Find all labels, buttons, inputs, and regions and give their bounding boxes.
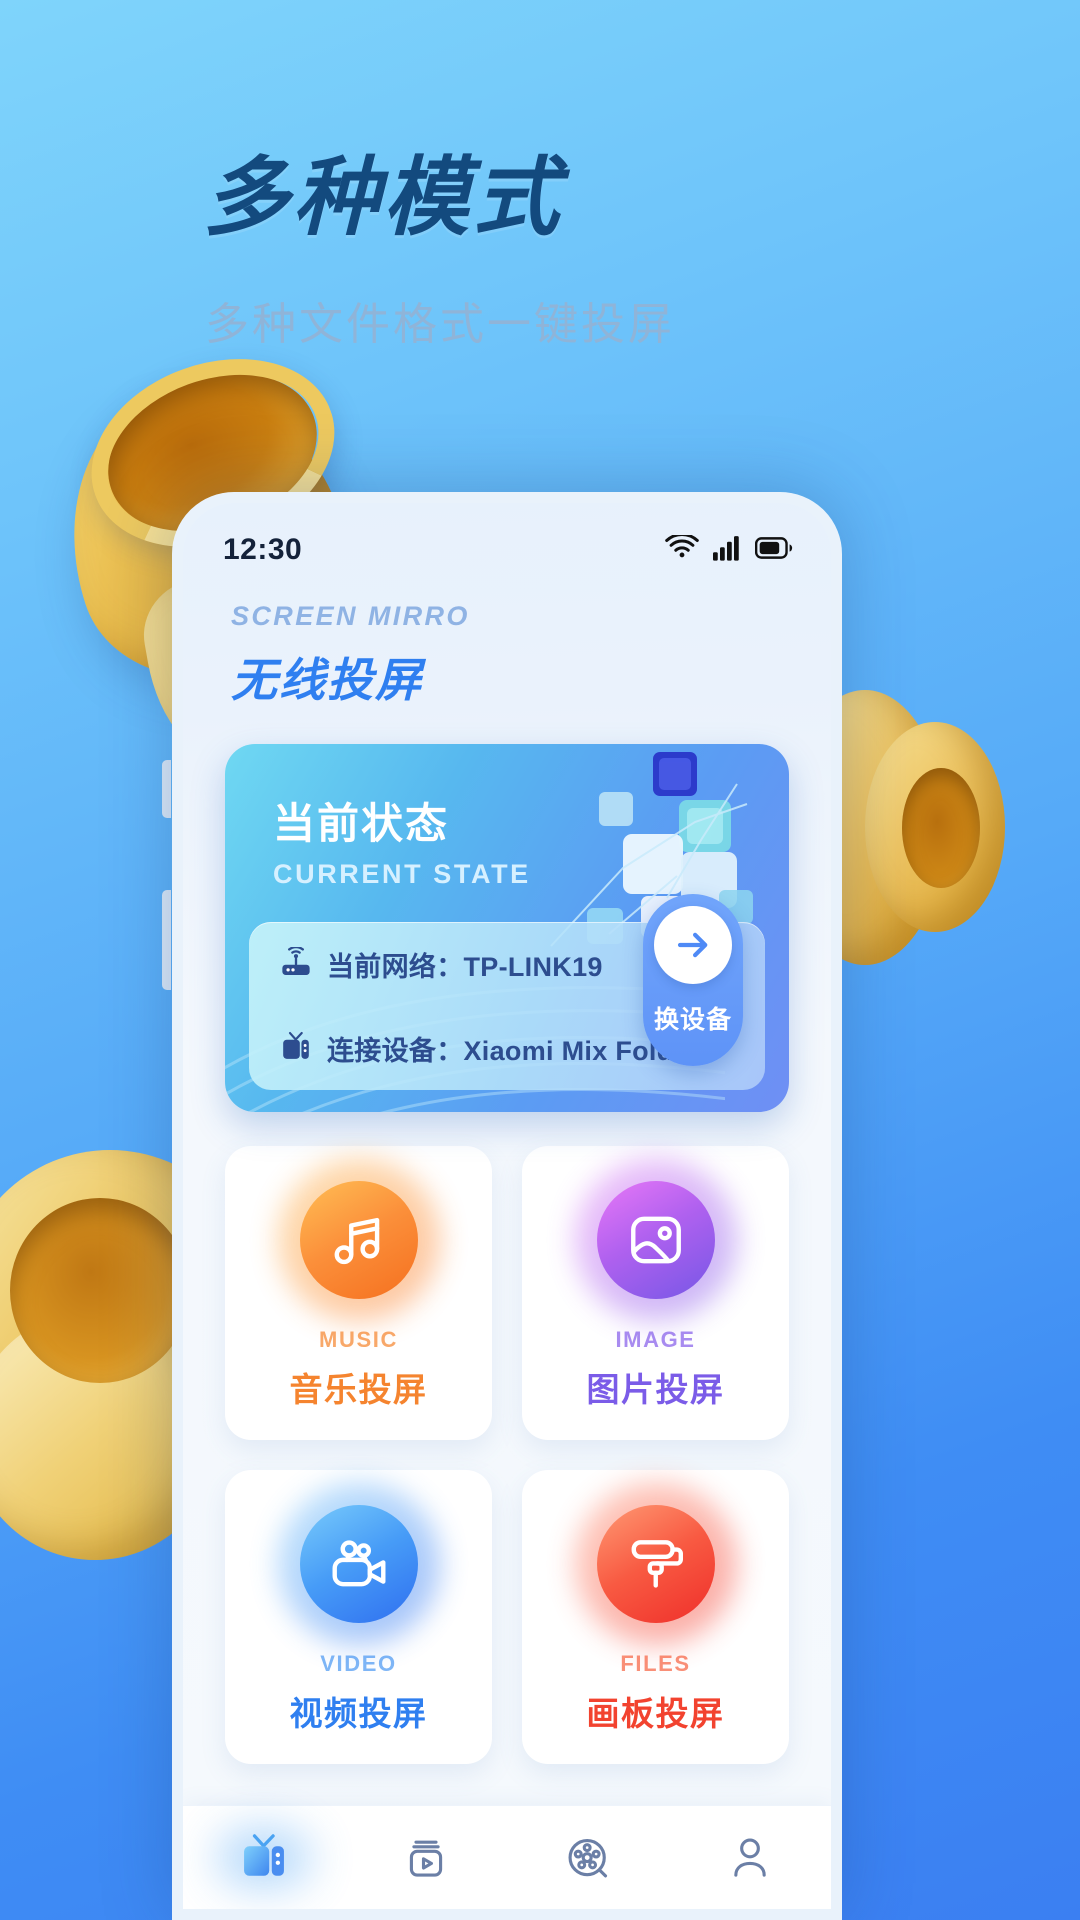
tab-profile[interactable] — [707, 1819, 793, 1897]
image-icon-wrap — [574, 1159, 737, 1321]
change-device-label: 换设备 — [653, 1006, 732, 1034]
status-bar: 12:30 — [183, 503, 831, 575]
tv-icon — [279, 1031, 313, 1066]
tab-player[interactable] — [383, 1819, 469, 1897]
change-device-button[interactable]: 换设备 — [643, 894, 743, 1066]
paint-roller-icon — [596, 1505, 715, 1623]
router-icon — [279, 945, 313, 982]
video-icon-wrap — [277, 1483, 440, 1645]
phone-screen: 12:30 SCREEN MIRRO 无线投屏 当前状态 CURRENT STA… — [183, 503, 831, 1909]
phone-side-button-lower — [162, 890, 171, 990]
feature-card-image[interactable]: IMAGE 图片投屏 — [522, 1146, 789, 1440]
wifi-icon — [665, 532, 699, 566]
feature-label-en-image: IMAGE — [615, 1327, 696, 1352]
feature-card-files[interactable]: FILES 画板投屏 — [522, 1470, 789, 1764]
phone-side-button-upper — [162, 760, 171, 818]
network-info-text: 当前网络：TP-LINK19 — [327, 951, 603, 982]
promo-title: 多种模式 — [203, 150, 563, 246]
feature-grid: MUSIC 音乐投屏 IMAGE 图片投屏 VIDEO 视频投屏 FILES 画… — [183, 1112, 831, 1764]
phone-mockup: 12:30 SCREEN MIRRO 无线投屏 当前状态 CURRENT STA… — [172, 492, 842, 1920]
feature-card-video[interactable]: VIDEO 视频投屏 — [225, 1470, 492, 1764]
video-camera-icon — [299, 1505, 418, 1623]
files-icon-wrap — [574, 1483, 737, 1645]
device-info-text: 连接设备：Xiaomi Mix Fold 2 — [327, 1035, 697, 1066]
music-icon-wrap — [277, 1159, 440, 1321]
feature-label-en-video: VIDEO — [320, 1651, 397, 1676]
status-time: 12:30 — [223, 533, 303, 566]
brand-name-cn: 无线投屏 — [231, 654, 423, 706]
state-card-titles: 当前状态 CURRENT STATE — [273, 790, 531, 890]
feature-label-cn-music: 音乐投屏 — [289, 1371, 428, 1408]
feature-label-en-files: FILES — [620, 1651, 691, 1676]
feature-card-music[interactable]: MUSIC 音乐投屏 — [225, 1146, 492, 1440]
battery-icon — [754, 536, 793, 565]
cellular-signal-icon — [713, 535, 741, 566]
tab-film[interactable] — [545, 1819, 631, 1897]
current-state-card: 当前状态 CURRENT STATE 当前网络：TP-LINK19 连接设备：X… — [225, 744, 789, 1112]
connection-info-box: 当前网络：TP-LINK19 连接设备：Xiaomi Mix Fold 2 换设… — [249, 894, 765, 1090]
photo-icon — [596, 1181, 715, 1299]
brand-name-en: SCREEN MIRRO — [231, 601, 470, 631]
feature-label-cn-files: 画板投屏 — [586, 1695, 725, 1732]
feature-label-cn-image: 图片投屏 — [586, 1371, 725, 1408]
state-title-cn: 当前状态 — [273, 800, 450, 847]
promo-subtitle: 多种文件格式一键投屏 — [205, 300, 675, 349]
arrow-right-icon — [654, 906, 732, 984]
feature-label-en-music: MUSIC — [319, 1327, 398, 1352]
state-title-en: CURRENT STATE — [273, 859, 531, 889]
music-note-icon — [299, 1181, 418, 1299]
tab-tv-cast[interactable] — [221, 1819, 307, 1897]
feature-label-cn-video: 视频投屏 — [289, 1695, 428, 1732]
status-icons — [665, 532, 793, 566]
bottom-tab-bar — [183, 1805, 831, 1909]
app-header: SCREEN MIRRO 无线投屏 — [183, 575, 831, 710]
